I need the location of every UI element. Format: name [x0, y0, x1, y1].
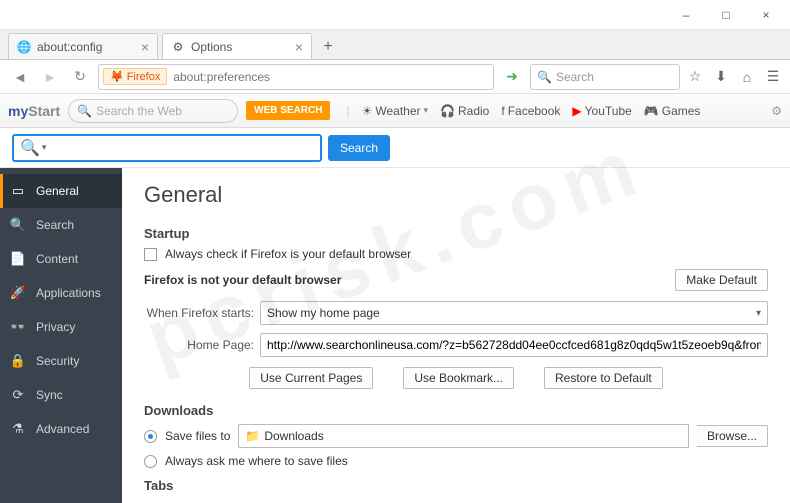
back-button[interactable]: ◄ — [8, 65, 32, 89]
close-tab-icon[interactable]: × — [295, 39, 303, 55]
always-ask-radio[interactable] — [144, 455, 157, 468]
always-ask-label: Always ask me where to save files — [165, 454, 348, 468]
content-icon: 📄 — [10, 251, 26, 267]
close-tab-icon[interactable]: × — [141, 39, 149, 55]
make-default-button[interactable]: Make Default — [675, 269, 768, 291]
home-icon[interactable]: ⌂ — [738, 68, 756, 86]
globe-icon: 🌐 — [17, 40, 31, 54]
general-icon: ▭ — [10, 183, 26, 199]
identity-badge: 🦊 Firefox — [103, 68, 167, 85]
always-check-checkbox[interactable] — [144, 248, 157, 261]
downloads-icon[interactable]: ⬇ — [712, 68, 730, 86]
mystart-logo: myStart — [8, 103, 60, 119]
tab-about-config[interactable]: 🌐 about:config × — [8, 33, 158, 59]
save-files-to-radio[interactable] — [144, 430, 157, 443]
mystart-settings-icon[interactable]: ⚙ — [771, 104, 782, 118]
mystart-link-games[interactable]: 🎮Games — [644, 104, 701, 118]
reload-button[interactable]: ↻ — [68, 65, 92, 89]
chevron-down-icon: ▾ — [756, 308, 761, 319]
mystart-search-input[interactable]: 🔍 Search the Web — [68, 99, 238, 123]
preferences-sidebar: ▭General 🔍Search 📄Content 🚀Applications … — [0, 168, 122, 503]
search-icon: 🔍 — [537, 70, 552, 84]
youtube-icon: ▶ — [572, 104, 581, 118]
sidebar-item-applications[interactable]: 🚀Applications — [0, 276, 122, 310]
gamepad-icon: 🎮 — [644, 104, 659, 118]
browse-button[interactable]: Browse... — [697, 425, 768, 447]
firefox-icon: 🦊 — [110, 70, 124, 83]
homepage-label: Home Page: — [144, 338, 254, 352]
download-folder-field[interactable]: 📁 Downloads — [238, 424, 689, 448]
mystart-link-weather[interactable]: ☀Weather▾ — [362, 104, 428, 118]
minimize-button[interactable]: – — [666, 1, 706, 29]
headphones-icon: 🎧 — [440, 104, 455, 118]
gear-icon: ⚙ — [171, 40, 185, 54]
close-window-button[interactable]: × — [746, 1, 786, 29]
sidebar-item-advanced[interactable]: ⚗Advanced — [0, 412, 122, 446]
chevron-down-icon: ▾ — [424, 105, 429, 116]
mystart-link-radio[interactable]: 🎧Radio — [440, 104, 489, 118]
preferences-content: ▭General 🔍Search 📄Content 🚀Applications … — [0, 168, 790, 503]
startup-heading: Startup — [144, 226, 768, 241]
tab-label: about:config — [37, 40, 102, 54]
search-icon: 🔍 — [20, 138, 40, 158]
go-button[interactable]: ➜ — [500, 65, 524, 89]
always-check-label: Always check if Firefox is your default … — [165, 247, 411, 261]
rocket-icon: 🚀 — [10, 285, 26, 301]
use-current-pages-button[interactable]: Use Current Pages — [249, 367, 373, 389]
sidebar-item-general[interactable]: ▭General — [0, 174, 122, 208]
folder-icon: 📁 — [245, 429, 260, 443]
when-starts-select[interactable]: Show my home page ▾ — [260, 301, 768, 325]
restore-default-button[interactable]: Restore to Default — [544, 367, 663, 389]
secondary-search-toolbar: 🔍 ▾ Search — [0, 128, 790, 168]
search-icon: 🔍 — [10, 217, 26, 233]
search-icon: 🔍 — [77, 104, 92, 118]
mystart-web-search-button[interactable]: WEB SEARCH — [246, 101, 330, 120]
sidebar-item-privacy[interactable]: 👓Privacy — [0, 310, 122, 344]
use-bookmark-button[interactable]: Use Bookmark... — [403, 367, 514, 389]
url-input[interactable] — [173, 70, 493, 84]
sidebar-item-search[interactable]: 🔍Search — [0, 208, 122, 242]
forward-button[interactable]: ► — [38, 65, 62, 89]
downloads-heading: Downloads — [144, 403, 768, 418]
window-titlebar: – □ × — [0, 0, 790, 30]
bookmark-star-icon[interactable]: ☆ — [686, 68, 704, 86]
separator-icon: | — [346, 104, 349, 118]
when-starts-label: When Firefox starts: — [144, 306, 254, 320]
save-files-to-label: Save files to — [165, 429, 230, 443]
secondary-search-input[interactable]: 🔍 ▾ — [12, 134, 322, 162]
new-tab-button[interactable]: + — [316, 35, 340, 59]
secondary-search-button[interactable]: Search — [328, 135, 390, 161]
facebook-icon: f — [501, 104, 504, 118]
mystart-toolbar: myStart 🔍 Search the Web WEB SEARCH | ☀W… — [0, 94, 790, 128]
sun-icon: ☀ — [362, 104, 373, 118]
navigation-toolbar: ◄ ► ↻ 🦊 Firefox ➜ 🔍 Search ☆ ⬇ ⌂ ☰ — [0, 60, 790, 94]
tab-strip: 🌐 about:config × ⚙ Options × + — [0, 30, 790, 60]
mask-icon: 👓 — [10, 319, 26, 335]
sidebar-item-content[interactable]: 📄Content — [0, 242, 122, 276]
chevron-down-icon[interactable]: ▾ — [42, 142, 47, 153]
sidebar-item-sync[interactable]: ⟳Sync — [0, 378, 122, 412]
tabs-heading: Tabs — [144, 478, 768, 493]
homepage-input[interactable] — [260, 333, 768, 357]
mystart-links: | ☀Weather▾ 🎧Radio fFacebook ▶YouTube 🎮G… — [346, 104, 700, 118]
sync-icon: ⟳ — [10, 387, 26, 403]
page-title: General — [144, 182, 768, 208]
tab-label: Options — [191, 40, 232, 54]
maximize-button[interactable]: □ — [706, 1, 746, 29]
mystart-link-youtube[interactable]: ▶YouTube — [572, 104, 631, 118]
menu-icon[interactable]: ☰ — [764, 68, 782, 86]
url-bar[interactable]: 🦊 Firefox — [98, 64, 494, 90]
preferences-main: General Startup Always check if Firefox … — [122, 168, 790, 503]
mystart-link-facebook[interactable]: fFacebook — [501, 104, 560, 118]
advanced-icon: ⚗ — [10, 421, 26, 437]
browser-search-box[interactable]: 🔍 Search — [530, 64, 680, 90]
lock-icon: 🔒 — [10, 353, 26, 369]
not-default-text: Firefox is not your default browser — [144, 273, 341, 287]
tab-options[interactable]: ⚙ Options × — [162, 33, 312, 59]
sidebar-item-security[interactable]: 🔒Security — [0, 344, 122, 378]
